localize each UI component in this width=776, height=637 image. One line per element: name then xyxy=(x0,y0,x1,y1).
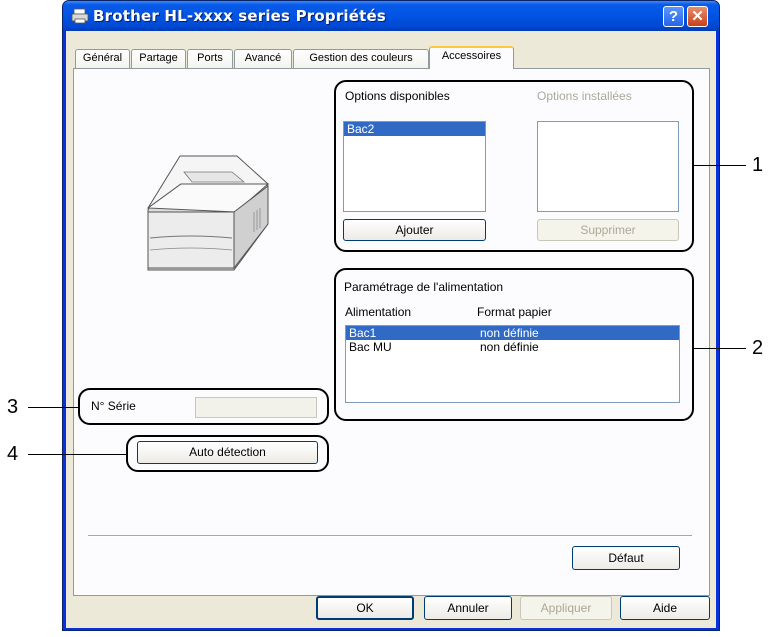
cancel-button[interactable]: Annuler xyxy=(424,596,512,620)
callout-line-1 xyxy=(694,165,746,166)
close-icon[interactable]: ✕ xyxy=(687,6,708,27)
apply-button[interactable]: Appliquer xyxy=(520,596,612,620)
default-button[interactable]: Défaut xyxy=(572,546,680,570)
help-icon[interactable]: ? xyxy=(663,6,684,27)
title-bar[interactable]: Brother HL-xxxx series Propriétés ? ✕ xyxy=(63,1,719,31)
callout-line-2 xyxy=(694,348,746,349)
callout-box-2 xyxy=(334,268,694,421)
tab-partage[interactable]: Partage xyxy=(131,49,186,68)
callout-number-2: 2 xyxy=(752,337,764,359)
callout-number-4: 4 xyxy=(7,443,19,465)
tab-ports[interactable]: Ports xyxy=(187,49,233,68)
printer-image xyxy=(146,155,270,271)
callout-number-1: 1 xyxy=(752,154,764,176)
window-title: Brother HL-xxxx series Propriétés xyxy=(93,7,387,25)
tab-general[interactable]: Général xyxy=(75,49,130,68)
tab-gestion-couleurs[interactable]: Gestion des couleurs xyxy=(293,49,429,68)
callout-line-4 xyxy=(28,454,126,455)
callout-box-1 xyxy=(334,80,694,252)
help-button[interactable]: Aide xyxy=(620,596,710,620)
tab-avance[interactable]: Avancé xyxy=(234,49,292,68)
callout-box-4 xyxy=(126,435,329,472)
tab-accessoires[interactable]: Accessoires xyxy=(429,46,514,69)
ok-button[interactable]: OK xyxy=(316,596,414,620)
callout-number-3: 3 xyxy=(7,396,19,418)
callout-box-3 xyxy=(78,388,329,425)
callout-line-3 xyxy=(28,407,78,408)
printer-icon xyxy=(71,8,89,24)
separator xyxy=(88,535,692,537)
